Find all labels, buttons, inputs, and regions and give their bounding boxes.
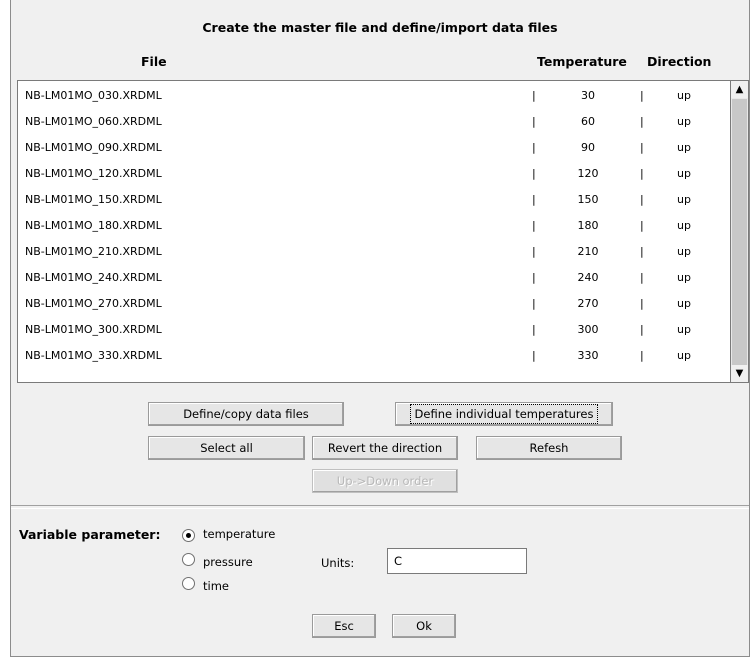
list-item[interactable]: NB-LM01MO_210.XRDML | 210 | up	[18, 241, 730, 266]
column-separator: |	[640, 89, 644, 102]
direction-value: up	[677, 245, 691, 258]
direction-value: up	[677, 219, 691, 232]
file-name: NB-LM01MO_240.XRDML	[25, 271, 162, 284]
file-name: NB-LM01MO_120.XRDML	[25, 167, 162, 180]
temperature-value: 90	[581, 141, 595, 154]
radio-time-label: time	[203, 579, 229, 593]
file-name: NB-LM01MO_180.XRDML	[25, 219, 162, 232]
list-item[interactable]: NB-LM01MO_300.XRDML | 300 | up	[18, 319, 730, 344]
ok-button[interactable]: Ok	[392, 614, 456, 638]
column-separator: |	[532, 349, 536, 362]
direction-value: up	[677, 271, 691, 284]
column-header-file: File	[141, 54, 167, 69]
radio-temperature[interactable]	[182, 529, 195, 542]
column-separator: |	[640, 115, 644, 128]
column-separator: |	[532, 297, 536, 310]
file-name: NB-LM01MO_270.XRDML	[25, 297, 162, 310]
radio-time[interactable]	[182, 577, 195, 590]
column-separator: |	[640, 271, 644, 284]
temperature-value: 180	[577, 219, 599, 232]
column-separator: |	[532, 89, 536, 102]
column-separator: |	[640, 193, 644, 206]
variable-parameter-label: Variable parameter:	[19, 527, 161, 542]
column-separator: |	[532, 271, 536, 284]
column-header-temperature: Temperature	[537, 54, 627, 69]
arrow-down-icon[interactable]: ▼	[731, 365, 748, 382]
list-item[interactable]: NB-LM01MO_030.XRDML | 30 | up	[18, 85, 730, 110]
column-separator: |	[532, 219, 536, 232]
file-name: NB-LM01MO_300.XRDML	[25, 323, 162, 336]
select-all-button[interactable]: Select all	[148, 436, 305, 460]
column-separator: |	[640, 323, 644, 336]
list-item[interactable]: NB-LM01MO_330.XRDML | 330 | up	[18, 345, 730, 370]
direction-value: up	[677, 141, 691, 154]
direction-value: up	[677, 349, 691, 362]
list-item[interactable]: NB-LM01MO_060.XRDML | 60 | up	[18, 111, 730, 136]
temperature-value: 240	[577, 271, 599, 284]
temperature-value: 150	[577, 193, 599, 206]
temperature-value: 60	[581, 115, 595, 128]
units-label: Units:	[321, 556, 355, 570]
master-file-dialog: Create the master file and define/import…	[10, 0, 750, 657]
direction-value: up	[677, 323, 691, 336]
dialog-title: Create the master file and define/import…	[202, 20, 558, 35]
radio-temperature-label: temperature	[203, 527, 276, 541]
file-name: NB-LM01MO_330.XRDML	[25, 349, 162, 362]
direction-value: up	[677, 193, 691, 206]
column-separator: |	[640, 167, 644, 180]
direction-value: up	[677, 89, 691, 102]
temperature-value: 30	[581, 89, 595, 102]
column-separator: |	[532, 115, 536, 128]
column-separator: |	[532, 245, 536, 258]
list-item[interactable]: NB-LM01MO_180.XRDML | 180 | up	[18, 215, 730, 240]
file-list-scrollbar[interactable]: ▲ ▼	[731, 80, 749, 383]
temperature-value: 270	[577, 297, 599, 310]
column-separator: |	[640, 349, 644, 362]
arrow-up-icon[interactable]: ▲	[731, 81, 748, 98]
list-item[interactable]: NB-LM01MO_150.XRDML | 150 | up	[18, 189, 730, 214]
file-list[interactable]: NB-LM01MO_030.XRDML | 30 | up NB-LM01MO_060.X…	[17, 80, 731, 383]
revert-direction-button[interactable]: Revert the direction	[312, 436, 458, 460]
units-input[interactable]	[387, 548, 527, 574]
radio-pressure-label: pressure	[203, 555, 253, 569]
file-name: NB-LM01MO_090.XRDML	[25, 141, 162, 154]
direction-value: up	[677, 115, 691, 128]
temperature-value: 210	[577, 245, 599, 258]
define-copy-data-files-button[interactable]: Define/copy data files	[148, 402, 344, 426]
file-name: NB-LM01MO_150.XRDML	[25, 193, 162, 206]
direction-value: up	[677, 167, 691, 180]
esc-button[interactable]: Esc	[312, 614, 376, 638]
column-header-direction: Direction	[647, 54, 712, 69]
file-name: NB-LM01MO_210.XRDML	[25, 245, 162, 258]
radio-pressure[interactable]	[182, 553, 195, 566]
up-down-order-button: Up->Down order	[312, 469, 458, 493]
refresh-button[interactable]: Refesh	[476, 436, 622, 460]
column-separator: |	[640, 297, 644, 310]
file-name: NB-LM01MO_060.XRDML	[25, 115, 162, 128]
list-item[interactable]: NB-LM01MO_090.XRDML | 90 | up	[18, 137, 730, 162]
temperature-value: 300	[577, 323, 599, 336]
column-separator: |	[640, 245, 644, 258]
file-name: NB-LM01MO_030.XRDML	[25, 89, 162, 102]
column-separator: |	[532, 141, 536, 154]
define-individual-temperatures-button[interactable]: Define individual temperatures	[395, 402, 613, 426]
column-separator: |	[640, 219, 644, 232]
column-separator: |	[640, 141, 644, 154]
scrollbar-thumb[interactable]	[732, 99, 747, 367]
direction-value: up	[677, 297, 691, 310]
column-separator: |	[532, 193, 536, 206]
column-separator: |	[532, 323, 536, 336]
list-item[interactable]: NB-LM01MO_120.XRDML | 120 | up	[18, 163, 730, 188]
section-divider	[11, 505, 749, 509]
temperature-value: 120	[577, 167, 599, 180]
column-separator: |	[532, 167, 536, 180]
list-item[interactable]: NB-LM01MO_240.XRDML | 240 | up	[18, 267, 730, 292]
temperature-value: 330	[577, 349, 599, 362]
list-item[interactable]: NB-LM01MO_270.XRDML | 270 | up	[18, 293, 730, 318]
